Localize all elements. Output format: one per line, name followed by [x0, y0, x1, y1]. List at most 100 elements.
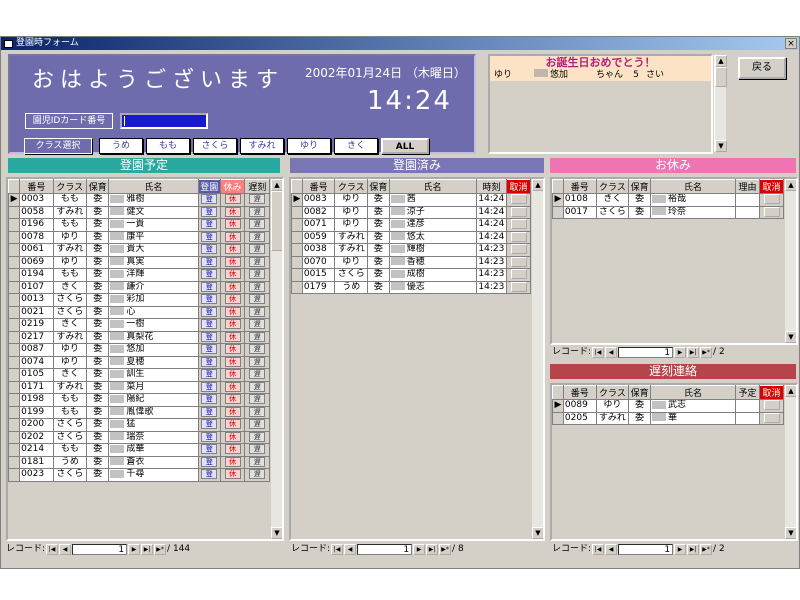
cancel-button[interactable]: [763, 412, 780, 423]
arrive-button[interactable]: 登: [201, 344, 218, 354]
absent-button[interactable]: 休: [224, 444, 241, 454]
row-selector[interactable]: [8, 455, 21, 469]
table-row[interactable]: ▶ 0108 きく委 裕哉: [552, 193, 784, 207]
table-row[interactable]: 0015 さくら委 成樹 14:23: [291, 268, 531, 282]
row-selector[interactable]: [291, 205, 303, 219]
first-record-icon[interactable]: |◀: [46, 543, 59, 555]
arrive-button[interactable]: 登: [201, 256, 218, 267]
row-selector[interactable]: [552, 205, 564, 219]
table-row[interactable]: 0059 すみれ委 悠太 14:24: [291, 230, 531, 244]
record-number-field[interactable]: 1: [72, 543, 128, 555]
prev-record-icon[interactable]: ◀: [605, 543, 618, 555]
absent-button[interactable]: 休: [224, 319, 241, 329]
late-button[interactable]: 遅: [249, 319, 266, 329]
absent-button[interactable]: 休: [224, 406, 241, 417]
arrive-button[interactable]: 登: [201, 406, 218, 417]
row-selector[interactable]: [8, 330, 21, 344]
arrive-button[interactable]: 登: [201, 244, 218, 254]
scroll-down-icon[interactable]: ▼: [271, 527, 282, 539]
cancel-button[interactable]: [510, 219, 527, 229]
class-button-ume[interactable]: うめ: [99, 138, 143, 154]
row-selector[interactable]: [8, 318, 21, 332]
cancel-button[interactable]: [510, 256, 527, 267]
cancel-button[interactable]: [763, 206, 780, 217]
table-row[interactable]: 0171 すみれ委 菜月 登休遅: [8, 380, 270, 394]
table-row[interactable]: ▶ 0083 ゆり委 茜 14:24: [291, 193, 531, 207]
new-record-icon[interactable]: ▶*: [439, 543, 452, 555]
row-selector[interactable]: [291, 268, 303, 282]
row-selector[interactable]: [291, 280, 303, 294]
absent-button[interactable]: 休: [224, 469, 241, 479]
table-row[interactable]: ▶ 0003 もも委 雅樹 登休遅: [8, 193, 270, 207]
next-record-icon[interactable]: ▶: [674, 346, 687, 358]
record-number-field[interactable]: 1: [618, 346, 674, 358]
row-selector[interactable]: [8, 230, 21, 244]
prev-record-icon[interactable]: ◀: [59, 543, 72, 555]
table-row[interactable]: 0202 さくら委 瑞奈 登休遅: [8, 430, 270, 444]
scroll-down-icon[interactable]: ▼: [715, 140, 727, 152]
late-button[interactable]: 遅: [249, 344, 266, 354]
scroll-up-icon[interactable]: ▲: [785, 385, 796, 397]
row-selector[interactable]: [291, 218, 303, 232]
absent-scrollbar[interactable]: ▲ ▼: [785, 179, 796, 343]
first-record-icon[interactable]: |◀: [592, 543, 605, 555]
scheduled-scrollbar[interactable]: ▲ ▼: [271, 179, 282, 539]
table-row[interactable]: 0013 さくら委 彩加 登休遅: [8, 293, 270, 307]
table-row[interactable]: 0082 ゆり委 涼子 14:24: [291, 205, 531, 219]
prev-record-icon[interactable]: ◀: [344, 543, 357, 555]
table-row[interactable]: 0199 もも委 胤偉歌 登休遅: [8, 405, 270, 419]
absent-button[interactable]: 休: [224, 356, 241, 367]
absent-button[interactable]: 休: [224, 456, 241, 467]
card-id-input[interactable]: [120, 113, 208, 129]
arrive-button[interactable]: 登: [201, 381, 218, 392]
late-button[interactable]: 遅: [249, 369, 266, 379]
table-row[interactable]: 0058 すみれ委 健文 登休遅: [8, 205, 270, 219]
arrive-button[interactable]: 登: [201, 219, 218, 229]
late-button[interactable]: 遅: [249, 194, 266, 204]
class-button-kiku[interactable]: きく: [334, 138, 378, 154]
scroll-up-icon[interactable]: ▲: [532, 179, 543, 191]
late-button[interactable]: 遅: [249, 381, 266, 392]
late-button[interactable]: 遅: [249, 331, 266, 342]
scroll-up-icon[interactable]: ▲: [271, 179, 282, 191]
row-selector[interactable]: [8, 268, 21, 282]
late-button[interactable]: 遅: [249, 294, 266, 304]
table-row[interactable]: 0214 もも委 成華 登休遅: [8, 443, 270, 457]
row-selector[interactable]: [8, 468, 21, 482]
row-selector[interactable]: [8, 430, 21, 444]
arrive-button[interactable]: 登: [201, 319, 218, 329]
table-row[interactable]: 0181 うめ委 蒼衣 登休遅: [8, 455, 270, 469]
table-row[interactable]: ▶ 0089 ゆり委 武志: [552, 399, 784, 413]
cancel-button[interactable]: [510, 281, 527, 292]
absent-button[interactable]: 休: [224, 381, 241, 392]
arrived-scrollbar[interactable]: ▲ ▼: [532, 179, 543, 539]
absent-button[interactable]: 休: [224, 331, 241, 342]
row-selector[interactable]: ▶: [291, 193, 303, 207]
absent-button[interactable]: 休: [224, 306, 241, 317]
table-row[interactable]: 0071 ゆり委 達彦 14:24: [291, 218, 531, 232]
row-selector[interactable]: [8, 255, 21, 269]
table-row[interactable]: 0061 すみれ委 貴大 登休遅: [8, 243, 270, 257]
row-selector[interactable]: [291, 230, 303, 244]
late-button[interactable]: 遅: [249, 256, 266, 267]
table-row[interactable]: 0219 きく委 一樹 登休遅: [8, 318, 270, 332]
table-row[interactable]: 0107 きく委 謙介 登休遅: [8, 280, 270, 294]
arrive-button[interactable]: 登: [201, 394, 218, 404]
new-record-icon[interactable]: ▶*: [154, 543, 167, 555]
new-record-icon[interactable]: ▶*: [700, 543, 713, 555]
late-button[interactable]: 遅: [249, 356, 266, 367]
absent-button[interactable]: 休: [224, 206, 241, 217]
absent-button[interactable]: 休: [224, 431, 241, 442]
absent-button[interactable]: 休: [224, 281, 241, 292]
row-selector[interactable]: [8, 280, 21, 294]
late-button[interactable]: 遅: [249, 444, 266, 454]
late-button[interactable]: 遅: [249, 419, 266, 429]
class-button-sumire[interactable]: すみれ: [240, 138, 284, 154]
absent-button[interactable]: 休: [224, 219, 241, 229]
last-record-icon[interactable]: ▶|: [687, 543, 700, 555]
arrive-button[interactable]: 登: [201, 356, 218, 367]
row-selector[interactable]: [8, 393, 21, 407]
late-button[interactable]: 遅: [249, 469, 266, 479]
last-record-icon[interactable]: ▶|: [141, 543, 154, 555]
cancel-button[interactable]: [510, 269, 527, 279]
